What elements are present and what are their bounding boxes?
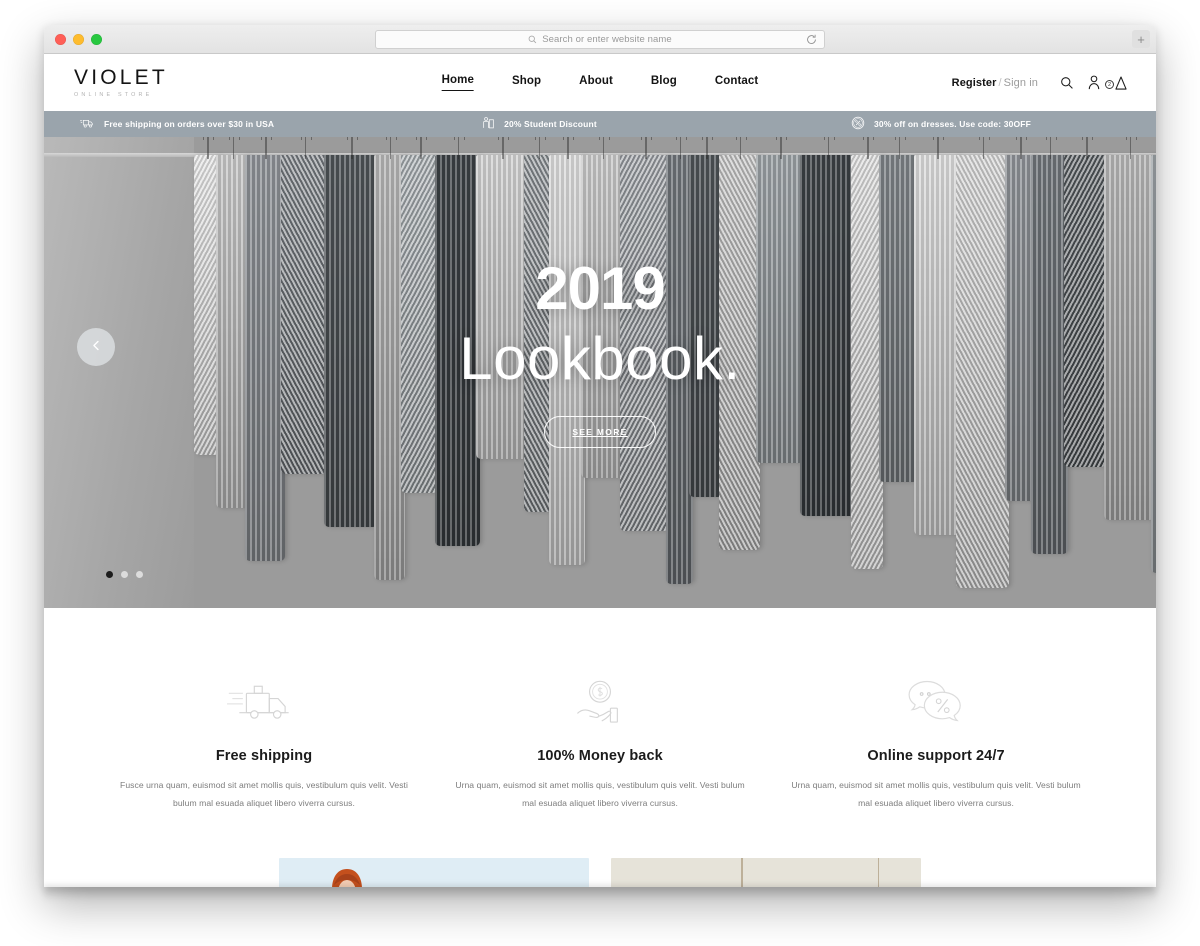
chevron-left-icon	[91, 338, 102, 356]
feature-description: Fusce urna quam, euismod sit amet mollis…	[120, 780, 408, 808]
garment-hook	[386, 137, 395, 159]
carousel-prev-button[interactable]	[77, 328, 115, 366]
cart-icon	[1115, 76, 1127, 90]
garment-hook	[229, 137, 238, 159]
carousel-dot-3[interactable]	[136, 571, 143, 578]
hero-title-lookbook: Lookbook.	[459, 325, 741, 392]
promo-item-dresses[interactable]: 30% off on dresses. Use code: 30OFF	[789, 116, 1156, 132]
address-bar-placeholder: Search or enter website name	[542, 34, 672, 45]
promo-text-dresses: 30% off on dresses. Use code: 30OFF	[874, 119, 1031, 129]
search-icon	[528, 35, 537, 44]
hand-coin-icon	[450, 674, 750, 732]
header-icon-group: 2	[1060, 75, 1128, 90]
promo-cards-row	[44, 858, 1156, 887]
garment-hook	[934, 137, 943, 159]
carousel-dot-1[interactable]	[106, 571, 113, 578]
register-link[interactable]: Register	[952, 77, 997, 89]
account-links: Register / Sign in	[952, 77, 1038, 89]
feature-online-support: Online support 24/7 Urna quam, euismod s…	[768, 674, 1104, 812]
feature-description: Urna quam, euismod sit amet mollis quis,…	[455, 780, 745, 808]
garment-hook	[1083, 137, 1092, 159]
truck-icon	[80, 117, 95, 131]
garment-hook	[417, 137, 426, 159]
page-viewport: VIOLET ONLINE STORE Home Shop About Blog…	[44, 54, 1156, 887]
garment-hook	[262, 137, 271, 159]
window-shadow	[44, 885, 1156, 901]
garment-hook	[1046, 137, 1055, 159]
logo-tagline: ONLINE STORE	[74, 92, 153, 98]
nav-item-home[interactable]: Home	[441, 74, 475, 91]
promo-text-student: 20% Student Discount	[504, 119, 597, 129]
garment-hook	[301, 137, 310, 159]
garment-hook	[642, 137, 651, 159]
garment-hook	[204, 137, 213, 159]
close-window-button[interactable]	[55, 34, 66, 45]
promo-bar: Free shipping on orders over $30 in USA …	[44, 111, 1156, 137]
cart-button[interactable]: 2	[1105, 75, 1128, 90]
garment-hook	[777, 137, 786, 159]
student-icon	[482, 116, 495, 132]
garment-hook	[348, 137, 357, 159]
garment-hook	[703, 137, 712, 159]
percent-badge-icon	[851, 116, 865, 132]
browser-chrome: Search or enter website name +	[44, 25, 1156, 54]
feature-money-back: 100% Money back Urna quam, euismod sit a…	[432, 674, 768, 812]
logo-name: VIOLET	[74, 66, 168, 89]
hero-content: 2019 Lookbook. SEE MORE	[44, 259, 1156, 448]
feature-free-shipping: Free shipping Fusce urna quam, euismod s…	[96, 674, 432, 812]
promo-item-student[interactable]: 20% Student Discount	[422, 116, 789, 132]
nav-item-blog[interactable]: Blog	[651, 75, 677, 91]
zoom-window-button[interactable]	[91, 34, 102, 45]
garment-hook	[864, 137, 873, 159]
nav-item-shop[interactable]: Shop	[512, 75, 541, 91]
site-logo[interactable]: VIOLET ONLINE STORE	[74, 67, 224, 98]
feature-title: 100% Money back	[537, 748, 663, 764]
address-bar[interactable]: Search or enter website name	[375, 30, 825, 49]
garment-hook	[979, 137, 988, 159]
minimize-window-button[interactable]	[73, 34, 84, 45]
promo-card-beige[interactable]	[611, 858, 921, 887]
account-separator: /	[998, 76, 1002, 89]
garment-hook	[535, 137, 544, 159]
garment-hook	[676, 137, 685, 159]
promo-text-shipping: Free shipping on orders over $30 in USA	[104, 119, 275, 129]
garment-hook	[1126, 137, 1135, 159]
promo-item-shipping[interactable]: Free shipping on orders over $30 in USA	[44, 117, 422, 131]
browser-window: Search or enter website name + VIOLET ON…	[44, 25, 1156, 887]
garment-hook	[824, 137, 833, 159]
main-navigation: Home Shop About Blog Contact	[441, 74, 759, 91]
feature-title: Free shipping	[215, 748, 313, 764]
user-icon[interactable]	[1087, 75, 1101, 90]
garment-hook	[895, 137, 904, 159]
garment-hook	[599, 137, 608, 159]
window-controls[interactable]	[55, 34, 102, 45]
carousel-dots	[106, 571, 143, 578]
garment-hook	[564, 137, 573, 159]
nav-item-contact[interactable]: Contact	[715, 75, 759, 91]
feature-title: Online support 24/7	[867, 748, 1005, 764]
promo-card-portrait[interactable]	[279, 858, 589, 887]
garment-hook	[499, 137, 508, 159]
see-more-button[interactable]: SEE MORE	[544, 416, 656, 448]
search-icon[interactable]	[1060, 76, 1074, 90]
signin-link[interactable]: Sign in	[1004, 77, 1038, 89]
feature-description: Urna quam, euismod sit amet mollis quis,…	[791, 780, 1081, 808]
portrait-image	[332, 869, 362, 887]
garment-hook	[454, 137, 463, 159]
carousel-dot-2[interactable]	[121, 571, 128, 578]
reload-icon[interactable]	[806, 34, 817, 45]
screenshot-root: Search or enter website name + VIOLET ON…	[0, 0, 1200, 946]
cart-count-badge: 2	[1105, 80, 1114, 89]
site-header: VIOLET ONLINE STORE Home Shop About Blog…	[44, 54, 1156, 111]
header-actions: Register / Sign in 2	[952, 75, 1128, 90]
garment-hook	[1017, 137, 1026, 159]
chat-percent-icon	[786, 674, 1086, 732]
features-section: Free shipping Fusce urna quam, euismod s…	[44, 608, 1156, 813]
hero-carousel: 2019 Lookbook. SEE MORE	[44, 137, 1156, 608]
new-tab-button[interactable]: +	[1132, 30, 1150, 48]
garment-hook	[736, 137, 745, 159]
hero-title-year: 2019	[535, 255, 665, 322]
delivery-truck-icon	[114, 674, 414, 732]
nav-item-about[interactable]: About	[579, 75, 613, 91]
